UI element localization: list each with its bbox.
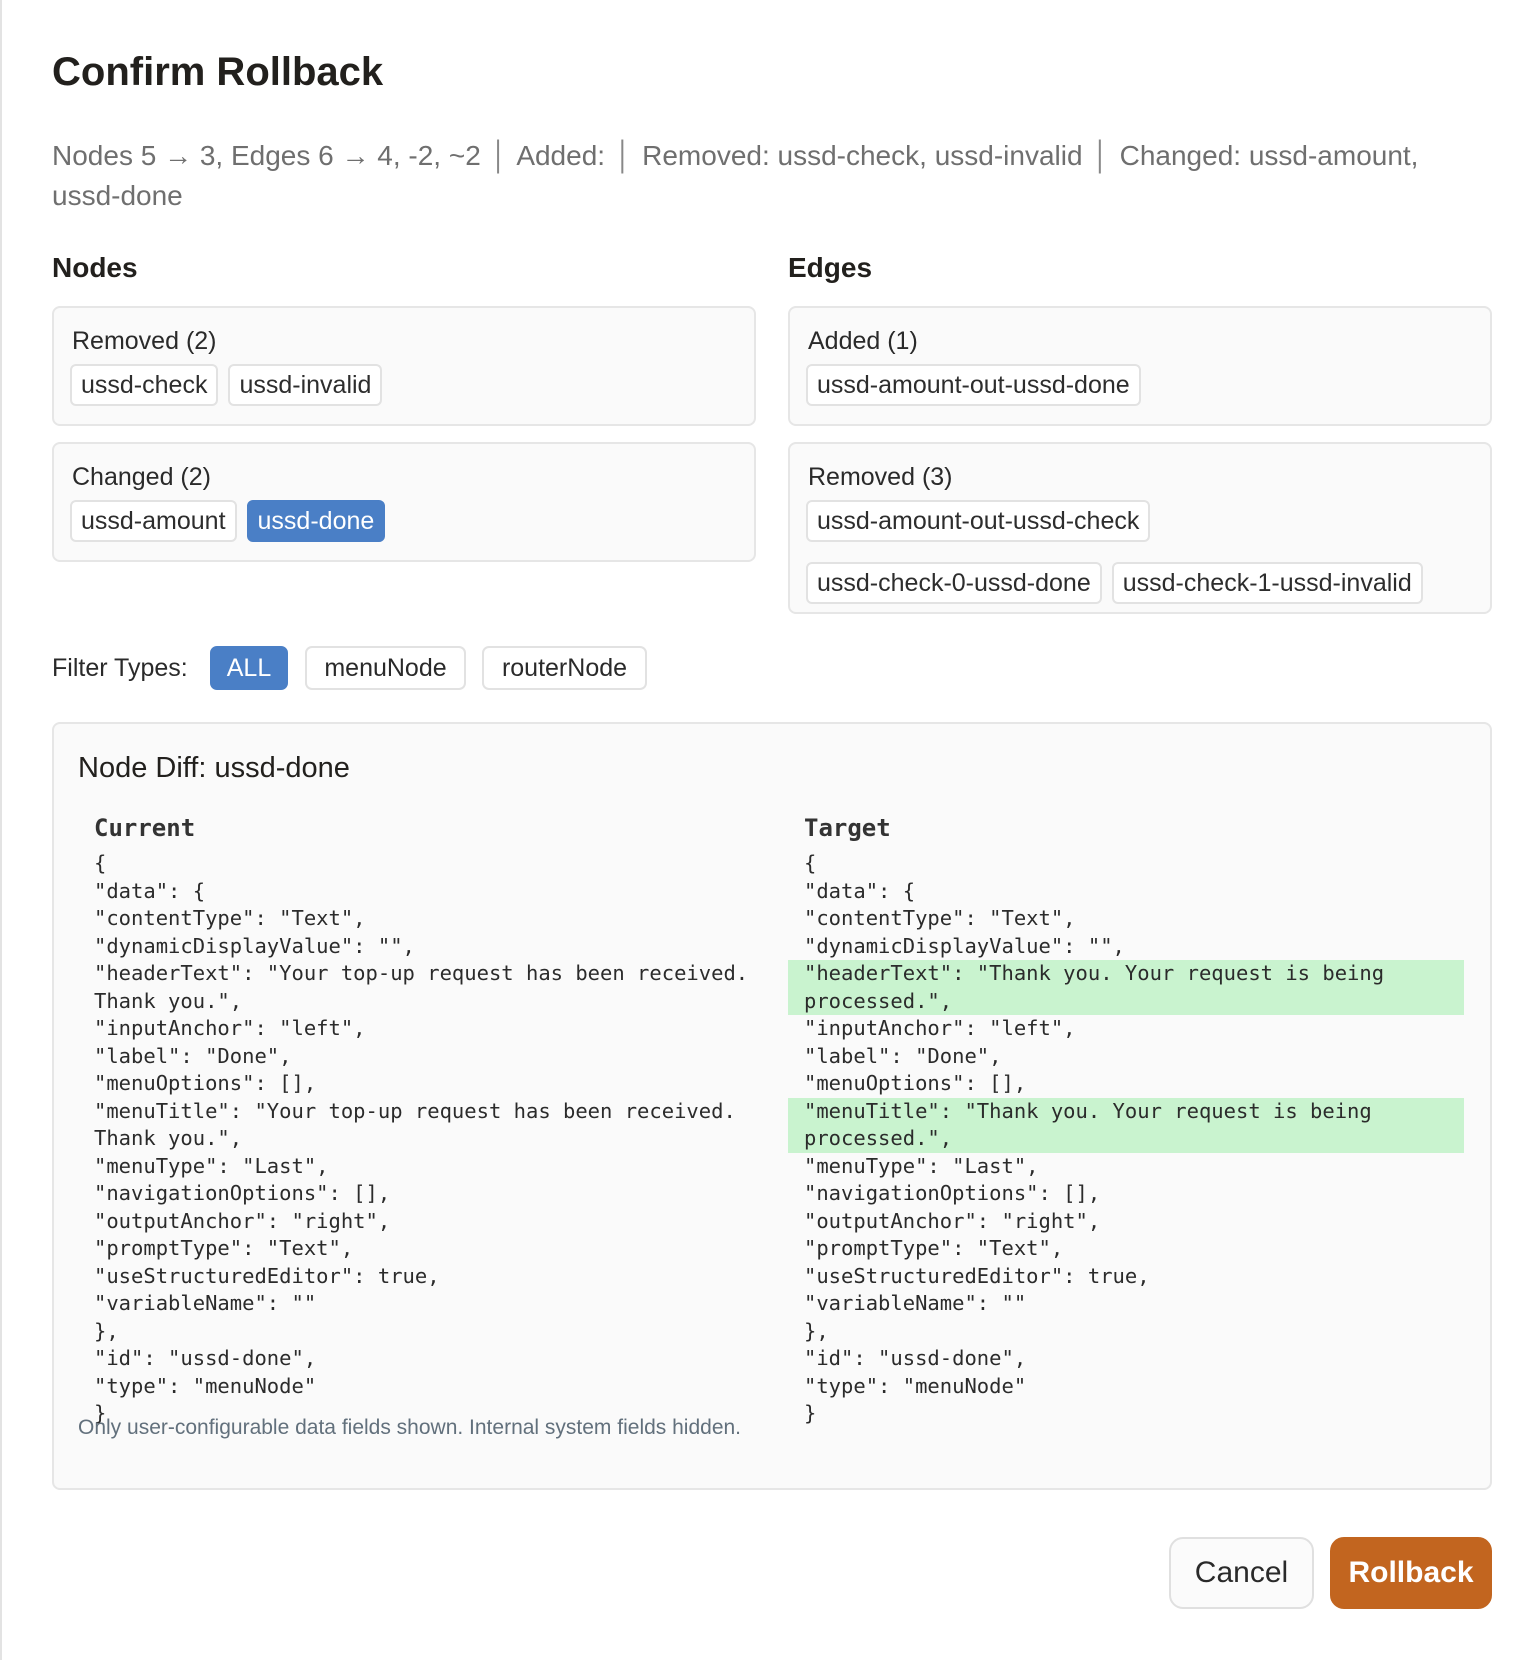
rollback-button[interactable]: Rollback — [1330, 1537, 1492, 1609]
nodes-changed-card: Changed (2) ussd-amount ussd-done — [52, 442, 756, 562]
summary-divider: │ — [490, 140, 509, 171]
dialog-title: Confirm Rollback — [52, 50, 384, 94]
summary-counts: Nodes 5 → 3, Edges 6 → 4, -2, ~2 — [52, 140, 481, 171]
filter-all-button[interactable]: ALL — [210, 646, 288, 690]
filter-routernode-button[interactable]: routerNode — [482, 646, 647, 690]
target-json: { "data": { "contentType": "Text", "dynamic… — [788, 850, 1464, 1428]
target-line: "type": "menuNode" — [804, 1373, 1027, 1398]
target-line: "headerText": "Thank you. Your request i… — [788, 960, 1464, 988]
edge-chip-ussd-amount-out-ussd-done[interactable]: ussd-amount-out-ussd-done — [806, 364, 1141, 406]
node-chip-ussd-done[interactable]: ussd-done — [246, 500, 386, 542]
filter-menunode-button[interactable]: menuNode — [305, 646, 466, 690]
summary-removed: Removed: ussd-check, ussd-invalid — [642, 140, 1083, 171]
edges-removed-label: Removed (3) — [808, 463, 953, 491]
target-line: processed.", — [788, 1125, 1464, 1153]
target-line: "menuOptions": [], — [804, 1071, 1027, 1095]
current-line: "outputAnchor": "right", — [94, 1208, 391, 1233]
target-line: } — [804, 1401, 817, 1425]
target-line: "outputAnchor": "right", — [804, 1208, 1101, 1233]
current-line: Thank you.", — [94, 1126, 243, 1150]
nodes-removed-label: Removed (2) — [72, 327, 217, 355]
current-line: "headerText": "Your top-up request has b… — [94, 961, 749, 985]
node-chip-ussd-amount[interactable]: ussd-amount — [70, 500, 237, 542]
target-line: "contentType": "Text", — [804, 906, 1076, 930]
current-line: "dynamicDisplayValue": "", — [94, 933, 415, 958]
edge-chip-ussd-check-1-ussd-invalid[interactable]: ussd-check-1-ussd-invalid — [1111, 562, 1423, 604]
target-line: "navigationOptions": [], — [804, 1181, 1101, 1205]
current-line: "useStructuredEditor": true, — [94, 1263, 440, 1288]
nodes-removed-card: Removed (2) ussd-check ussd-invalid — [52, 306, 756, 426]
current-line: }, — [94, 1318, 119, 1343]
current-line: "menuTitle": "Your top-up request has be… — [94, 1098, 736, 1123]
nodes-section-title: Nodes — [52, 252, 138, 283]
current-line: "id": "ussd-done", — [94, 1346, 317, 1370]
target-column-heading: Target — [804, 814, 891, 842]
target-line: "promptType": "Text", — [804, 1236, 1064, 1260]
current-line: "data": { — [94, 878, 206, 903]
current-line: "type": "menuNode" — [94, 1373, 317, 1398]
target-line: "dynamicDisplayValue": "", — [804, 933, 1125, 958]
target-line: { — [804, 851, 817, 875]
target-line: "useStructuredEditor": true, — [804, 1263, 1150, 1288]
current-line: "inputAnchor": "left", — [94, 1016, 366, 1040]
target-line: "data": { — [804, 878, 916, 903]
current-line: "menuOptions": [], — [94, 1071, 317, 1095]
node-chip-ussd-check[interactable]: ussd-check — [70, 364, 219, 406]
edges-section-title: Edges — [788, 252, 873, 283]
current-line: "promptType": "Text", — [94, 1236, 354, 1260]
edges-added-card: Added (1) ussd-amount-out-ussd-done — [788, 306, 1492, 426]
current-line: "variableName": "" — [94, 1291, 317, 1315]
current-line: "contentType": "Text", — [94, 906, 366, 930]
target-line: "label": "Done", — [804, 1043, 1002, 1068]
target-line: "menuType": "Last", — [804, 1153, 1039, 1178]
change-summary: Nodes 5 → 3, Edges 6 → 4, -2, ~2 │ Added… — [52, 136, 1492, 216]
diff-footnote: Only user-configurable data fields shown… — [78, 1416, 742, 1439]
target-line: "variableName": "" — [804, 1291, 1027, 1315]
target-line: "inputAnchor": "left", — [804, 1016, 1076, 1040]
rollback-dialog: Confirm Rollback Nodes 5 → 3, Edges 6 → … — [0, 0, 1540, 1660]
node-diff-panel: Node Diff: ussd-done Current Target { "da… — [52, 722, 1492, 1490]
edge-chip-ussd-amount-out-ussd-check[interactable]: ussd-amount-out-ussd-check — [806, 500, 1151, 542]
current-line: "menuType": "Last", — [94, 1153, 329, 1178]
node-diff-title: Node Diff: ussd-done — [78, 752, 350, 784]
summary-divider: │ — [1092, 140, 1110, 171]
current-line: "navigationOptions": [], — [94, 1181, 391, 1205]
summary-divider: │ — [614, 140, 633, 171]
edges-removed-card: Removed (3) ussd-amount-out-ussd-check u… — [788, 442, 1492, 614]
target-line: processed.", — [788, 987, 1464, 1015]
edges-added-label: Added (1) — [808, 327, 918, 355]
filter-types-label: Filter Types: — [52, 654, 188, 682]
current-json: { "data": { "contentType": "Text", "dynamic… — [78, 850, 749, 1428]
target-line: }, — [804, 1318, 829, 1343]
current-column-heading: Current — [94, 814, 196, 842]
current-line: Thank you.", — [94, 988, 243, 1013]
cancel-button[interactable]: Cancel — [1169, 1537, 1314, 1609]
target-line: "menuTitle": "Thank you. Your request is… — [788, 1097, 1464, 1125]
edge-chip-ussd-check-0-ussd-done[interactable]: ussd-check-0-ussd-done — [806, 562, 1102, 604]
summary-added: Added: — [516, 140, 606, 171]
nodes-changed-label: Changed (2) — [72, 463, 211, 491]
current-line: { — [94, 851, 107, 875]
target-line: "id": "ussd-done", — [804, 1346, 1027, 1370]
node-chip-ussd-invalid[interactable]: ussd-invalid — [228, 364, 383, 406]
current-line: "label": "Done", — [94, 1043, 292, 1068]
